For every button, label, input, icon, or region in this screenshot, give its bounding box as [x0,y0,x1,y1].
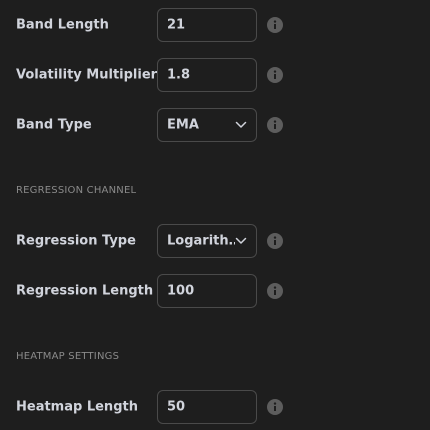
info-icon[interactable] [267,283,283,299]
band-length-value: 21 [167,17,186,33]
regression-type-select[interactable]: Logarith… [157,224,257,258]
volatility-multiplier-row: Volatility Multiplier 1.8 [0,58,430,92]
chevron-down-icon [235,121,247,128]
chevron-down-icon [235,237,247,244]
heatmap-length-label: Heatmap Length [16,399,138,415]
info-icon[interactable] [267,233,283,249]
info-icon[interactable] [267,117,283,133]
info-icon[interactable] [267,17,283,33]
regression-length-value: 100 [167,283,195,299]
volatility-multiplier-label: Volatility Multiplier [16,67,158,83]
band-type-row: Band Type EMA [0,108,430,142]
volatility-multiplier-value: 1.8 [167,67,191,83]
regression-length-label: Regression Length [16,283,154,299]
info-icon[interactable] [267,399,283,415]
band-length-label: Band Length [16,17,109,33]
regression-type-row: Regression Type Logarith… [0,224,430,258]
band-type-select[interactable]: EMA [157,108,257,142]
regression-length-input[interactable]: 100 [157,274,257,308]
heatmap-length-row: Heatmap Length 50 [0,390,430,424]
info-icon[interactable] [267,67,283,83]
section-header-heatmap-settings: HEATMAP SETTINGS [16,351,120,362]
heatmap-length-value: 50 [167,399,186,415]
regression-length-row: Regression Length 100 [0,274,430,308]
heatmap-length-input[interactable]: 50 [157,390,257,424]
band-length-row: Band Length 21 [0,8,430,42]
band-type-label: Band Type [16,117,92,133]
settings-panel: Band Length 21 Volatility Multiplier 1.8… [0,0,430,430]
regression-type-label: Regression Type [16,233,136,249]
band-length-input[interactable]: 21 [157,8,257,42]
volatility-multiplier-input[interactable]: 1.8 [157,58,257,92]
section-header-regression-channel: REGRESSION CHANNEL [16,185,137,196]
band-type-value: EMA [167,117,199,133]
regression-type-value: Logarith… [167,233,235,249]
